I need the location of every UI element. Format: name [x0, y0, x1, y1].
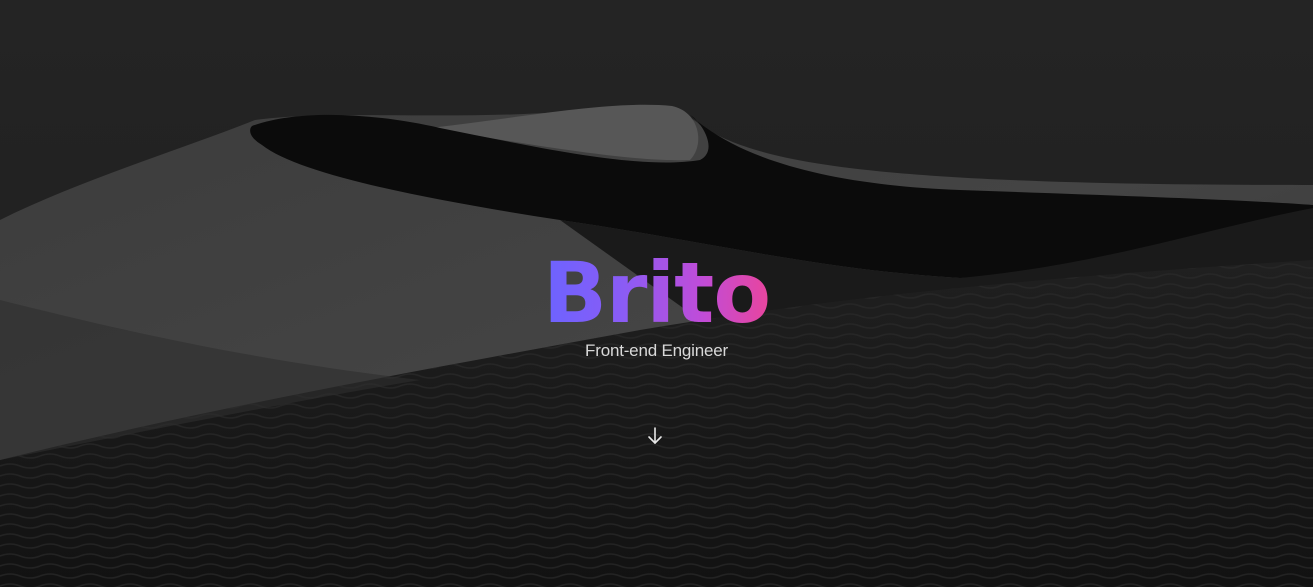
- site-title-text: Brito: [542, 244, 771, 342]
- site-subtitle: Front-end Engineer: [585, 341, 728, 360]
- arrow-down-icon: [648, 427, 662, 444]
- hero-section: Brito Front-end Engineer: [0, 0, 1313, 587]
- scroll-down-button[interactable]: [644, 425, 666, 447]
- hero-content: Brito Front-end Engineer: [0, 0, 1313, 587]
- site-title: Brito: [0, 238, 1313, 348]
